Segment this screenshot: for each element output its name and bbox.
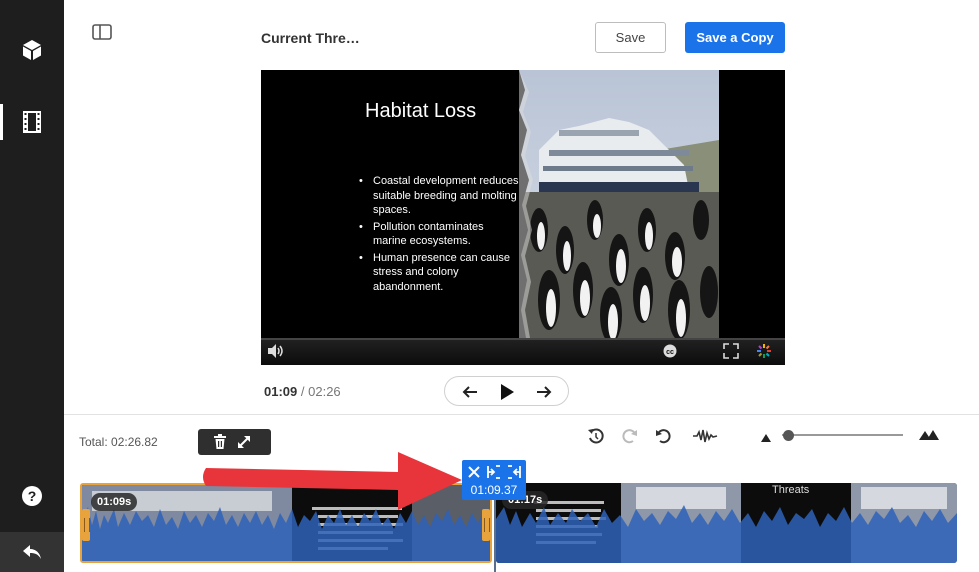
annotation-arrow xyxy=(203,452,462,510)
slide-bullets: Coastal development reduces suitable bre… xyxy=(359,174,519,296)
timeline-clip[interactable]: 01:17s Threats xyxy=(496,483,957,563)
playhead[interactable] xyxy=(494,498,496,572)
left-sidebar: ? xyxy=(0,0,64,572)
step-forward-icon[interactable] xyxy=(533,381,555,403)
zoom-slider-knob[interactable] xyxy=(783,430,795,441)
save-button[interactable]: Save xyxy=(595,22,666,53)
clip-slide-heading: Threats xyxy=(772,484,810,496)
total-duration: 02:26 xyxy=(308,384,341,399)
trim-end-icon[interactable] xyxy=(506,464,522,480)
page-title: Current Thre… xyxy=(261,30,360,46)
svg-text:cc: cc xyxy=(666,349,674,356)
cube-icon[interactable] xyxy=(0,30,64,70)
waveform-icon[interactable] xyxy=(691,426,719,446)
cc-icon[interactable]: cc xyxy=(662,344,678,363)
save-a-copy-button[interactable]: Save a Copy xyxy=(685,22,785,53)
total-duration-label: Total: 02:26.82 xyxy=(79,435,158,449)
time-display: 01:09 / 02:26 xyxy=(264,384,341,399)
volume-icon[interactable] xyxy=(267,343,285,364)
question-circle-icon[interactable]: ? xyxy=(0,476,64,516)
clip-duration-badge: 01:09s xyxy=(91,493,138,511)
zoom-out-icon[interactable] xyxy=(760,430,772,448)
video-controls: cc xyxy=(261,338,785,365)
split-time: 01:09.37 xyxy=(470,483,518,497)
clip-end-handle[interactable] xyxy=(482,509,490,541)
slide-title: Habitat Loss xyxy=(365,100,477,122)
fullscreen-icon[interactable] xyxy=(723,343,739,364)
split-icon[interactable] xyxy=(466,464,482,480)
svg-text:?: ? xyxy=(28,488,37,504)
clip-start-handle[interactable] xyxy=(82,509,90,541)
redo-icon[interactable] xyxy=(619,426,641,446)
editor-main: Current Thre… Save Save a Copy Habitat L… xyxy=(64,0,979,572)
play-icon[interactable] xyxy=(496,381,518,403)
slide-bullet: Pollution contaminates marine ecosystems… xyxy=(359,220,519,249)
slide-bullet: Coastal development reduces suitable bre… xyxy=(359,174,519,218)
step-back-icon[interactable] xyxy=(459,381,481,403)
current-time: 01:09 xyxy=(264,384,298,399)
split-popup: 01:09.37 xyxy=(462,460,526,500)
clip-thumbnail-strip xyxy=(496,483,957,563)
zoom-in-icon[interactable] xyxy=(919,428,939,446)
video-preview[interactable]: Habitat Loss Coastal development reduces… xyxy=(261,70,785,365)
slide-photo xyxy=(519,70,719,338)
time-separator: / xyxy=(300,384,305,399)
playback-controls xyxy=(444,376,569,406)
film-strip-icon[interactable] xyxy=(0,102,64,142)
undo-icon[interactable] xyxy=(652,426,674,446)
undo-arrow-icon[interactable] xyxy=(0,532,64,572)
slide-bullet: Human presence can cause stress and colo… xyxy=(359,251,519,295)
section-divider xyxy=(64,414,979,415)
zoom-slider[interactable] xyxy=(782,434,903,436)
rewind-icon[interactable] xyxy=(585,426,607,446)
video-progress[interactable] xyxy=(261,338,785,340)
logo-icon[interactable] xyxy=(756,343,772,364)
panel-toggle-icon[interactable] xyxy=(92,24,112,40)
trim-start-icon[interactable] xyxy=(486,464,502,480)
